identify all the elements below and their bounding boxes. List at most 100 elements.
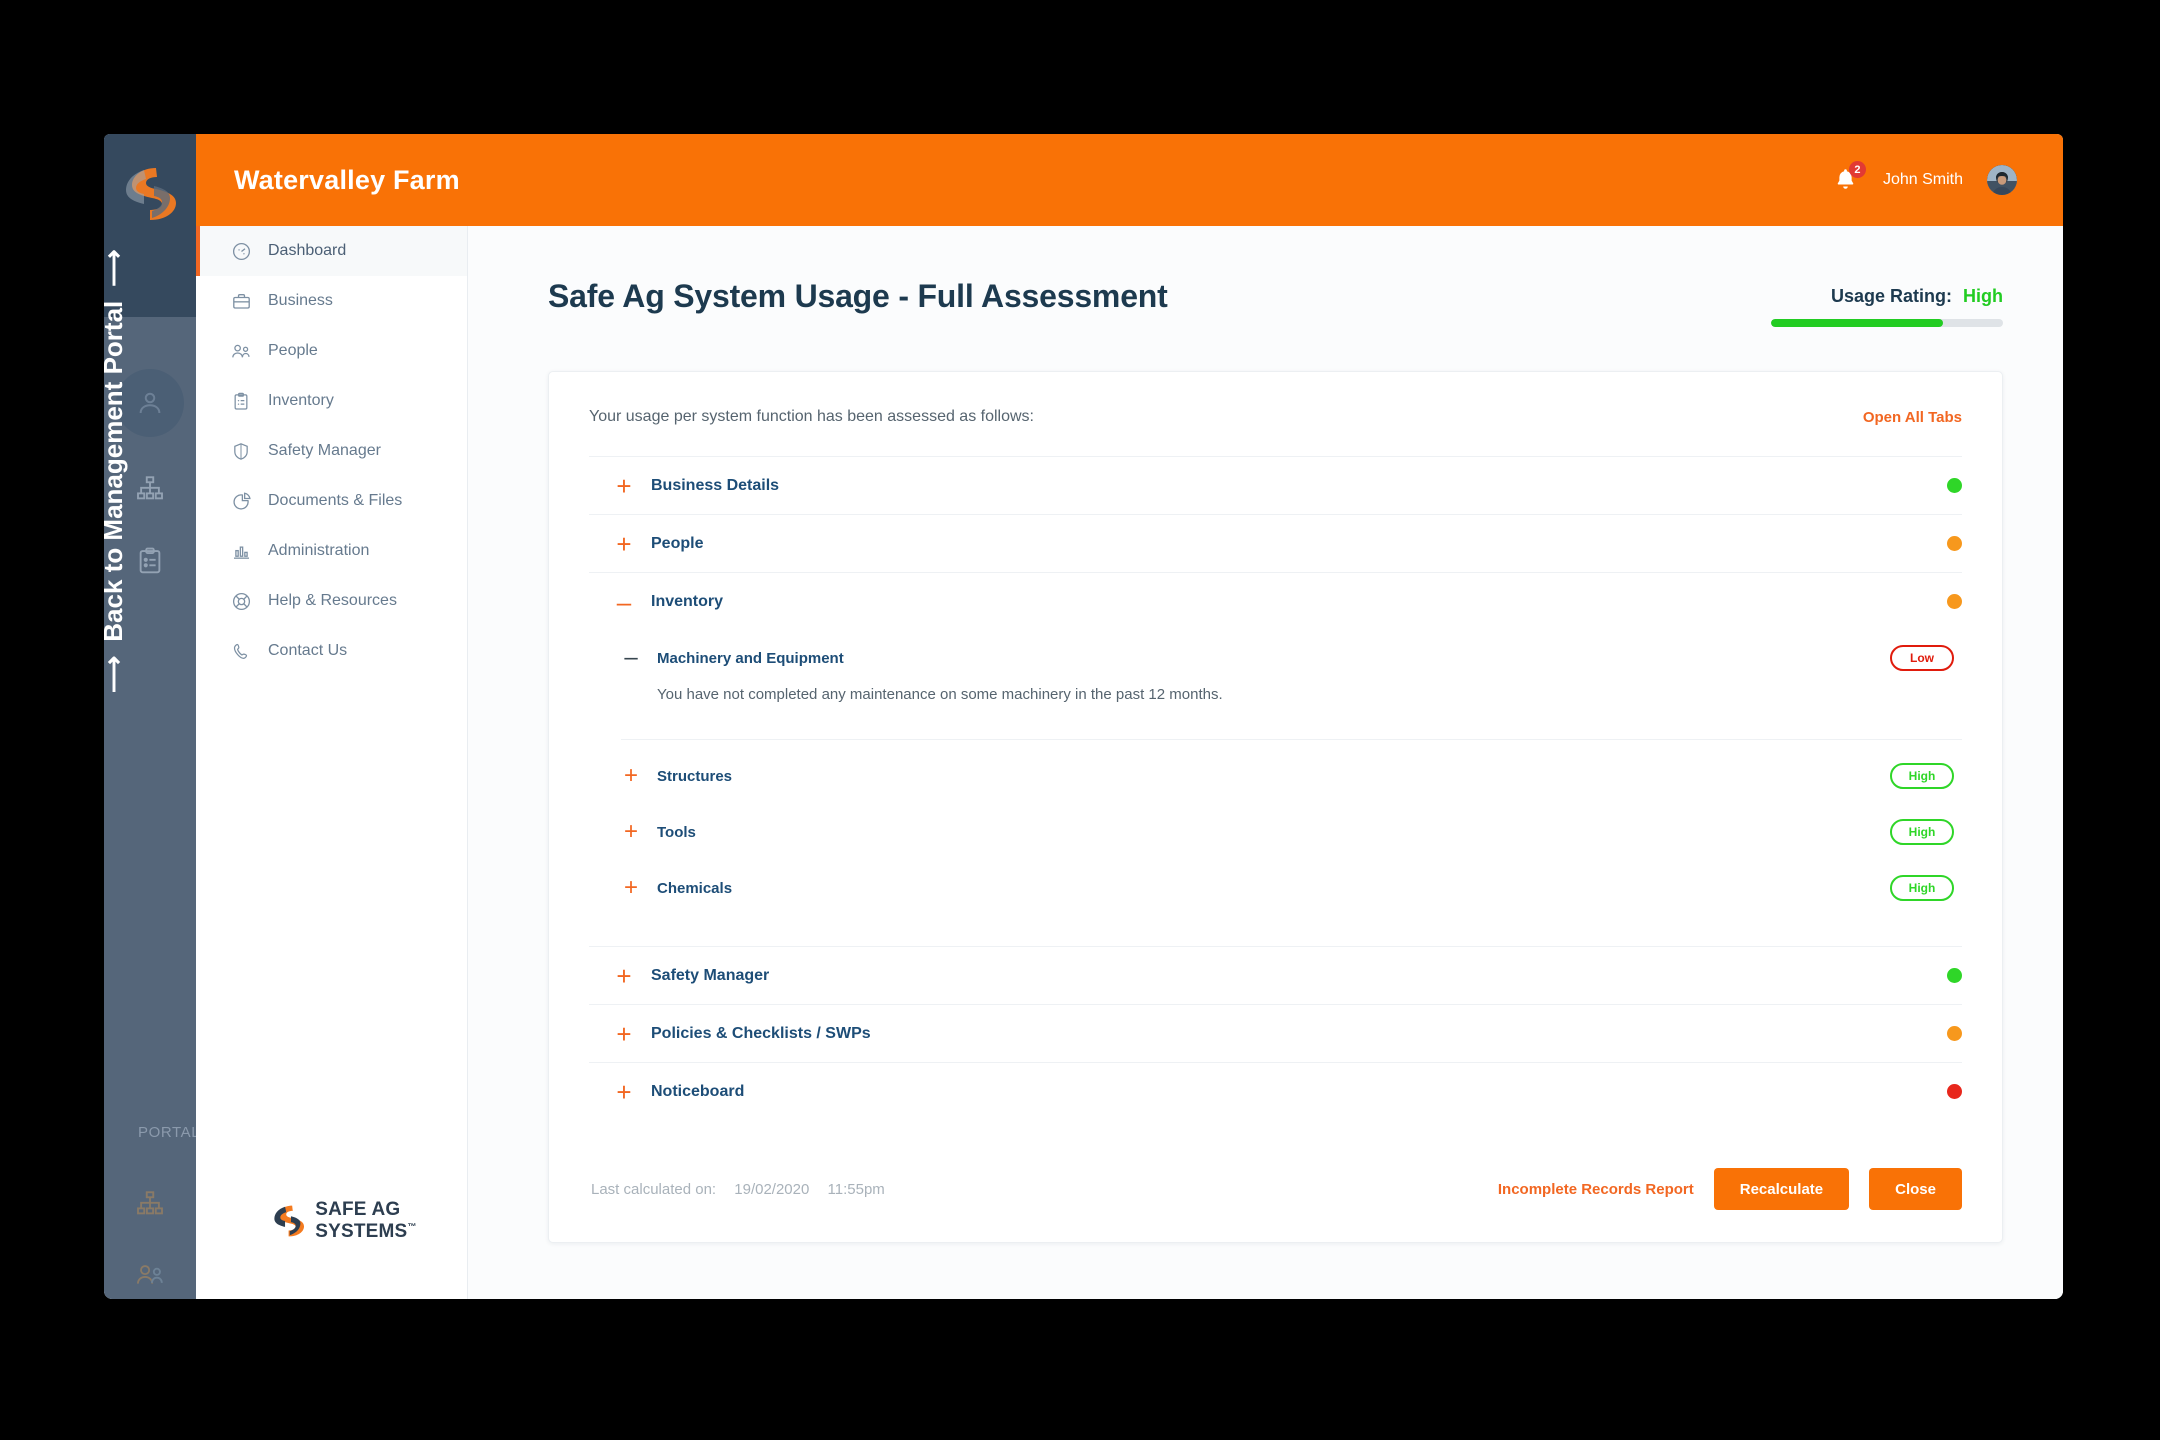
user-icon <box>135 388 165 418</box>
last-calculated-label: Last calculated on: <box>591 1181 716 1198</box>
hierarchy-icon <box>135 474 165 504</box>
section-row-safety-manager[interactable]: + Safety Manager <box>589 946 1962 1004</box>
subsection-label: Chemicals <box>657 880 732 897</box>
usage-rating-label: Usage Rating: <box>1831 286 1952 306</box>
subsection-label: Structures <box>657 768 732 785</box>
open-all-tabs-link[interactable]: Open All Tabs <box>1863 409 1962 426</box>
collapse-icon[interactable]: – <box>621 646 641 670</box>
expand-icon[interactable]: + <box>613 531 635 557</box>
page-title: Safe Ag System Usage - Full Assessment <box>548 278 1168 315</box>
application-window: ⟶ Back to Management Portal ⟶ PORTAL M <box>104 134 2063 1299</box>
phone-icon <box>230 640 252 662</box>
usage-rating-progress-fill <box>1771 319 1943 327</box>
status-badge-high: High <box>1890 875 1954 901</box>
last-calculated-date: 19/02/2020 <box>734 1181 809 1198</box>
status-dot-green <box>1947 478 1962 493</box>
status-dot-red <box>1947 1084 1962 1099</box>
avatar[interactable] <box>1987 165 2017 195</box>
main-content: Safe Ag System Usage - Full Assessment U… <box>468 226 2063 1299</box>
inventory-subsections: – Machinery and Equipment Low You have n… <box>589 630 1962 946</box>
expand-icon[interactable]: + <box>613 1079 635 1105</box>
status-dot-green <box>1947 968 1962 983</box>
rail-item-hierarchy-2[interactable] <box>104 1189 196 1219</box>
sidebar-item-label: Documents & Files <box>268 492 402 510</box>
top-bar: Watervalley Farm 2 John Smith <box>196 134 2063 226</box>
expand-icon[interactable]: + <box>621 820 641 844</box>
subsection-row-chemicals[interactable]: + Chemicals High <box>621 860 1962 916</box>
subsection-row-structures[interactable]: + Structures High <box>621 748 1962 804</box>
subsection-label: Tools <box>657 824 696 841</box>
sidebar-item-inventory[interactable]: Inventory <box>196 376 467 426</box>
section-label: Inventory <box>651 593 723 611</box>
usage-rating-block: Usage Rating: High <box>1771 278 2003 327</box>
expand-icon[interactable]: + <box>613 963 635 989</box>
section-row-people[interactable]: + People <box>589 514 1962 572</box>
section-row-inventory[interactable]: – Inventory <box>589 572 1962 630</box>
sidebar-item-administration[interactable]: Administration <box>196 526 467 576</box>
sidebar-item-label: Inventory <box>268 392 334 410</box>
sidebar-item-people[interactable]: People <box>196 326 467 376</box>
close-button[interactable]: Close <box>1869 1168 1962 1210</box>
expand-icon[interactable]: + <box>621 876 641 900</box>
card-header: Your usage per system function has been … <box>589 408 1962 456</box>
shield-icon <box>230 440 252 462</box>
sidebar-item-safety-manager[interactable]: Safety Manager <box>196 426 467 476</box>
expand-icon[interactable]: + <box>621 764 641 788</box>
topbar-right-group: 2 John Smith <box>1833 165 2017 195</box>
sidebar-item-label: People <box>268 342 318 360</box>
portal-section-label: PORTAL M <box>104 1124 196 1141</box>
arrow-right-icon: ⟶ <box>104 656 129 693</box>
status-badge-low: Low <box>1890 645 1954 671</box>
people-icon <box>230 340 252 362</box>
section-label: Noticeboard <box>651 1083 744 1101</box>
recalculate-button[interactable]: Recalculate <box>1714 1168 1849 1210</box>
safe-ag-mark-icon <box>122 164 178 224</box>
expand-icon[interactable]: + <box>613 473 635 499</box>
gauge-icon <box>230 240 252 262</box>
sidebar-item-label: Administration <box>268 542 369 560</box>
rail-item-people[interactable] <box>104 1259 196 1291</box>
back-to-management-portal[interactable]: ⟶ Back to Management Portal ⟶ <box>104 589 129 693</box>
last-calculated-time: 11:55pm <box>828 1181 885 1198</box>
arrow-right-icon-2: ⟶ <box>104 249 129 286</box>
status-badge-high: High <box>1890 819 1954 845</box>
card-footer: Last calculated on: 19/02/2020 11:55pm I… <box>589 1120 1962 1216</box>
page-head: Safe Ag System Usage - Full Assessment U… <box>468 226 2063 327</box>
sidebar-item-business[interactable]: Business <box>196 276 467 326</box>
collapse-icon[interactable]: – <box>613 589 635 615</box>
safe-ag-mark-icon <box>272 1200 305 1242</box>
user-name-label[interactable]: John Smith <box>1883 171 1963 189</box>
last-calculated: Last calculated on: 19/02/2020 11:55pm <box>589 1181 885 1198</box>
sidebar-item-documents-files[interactable]: Documents & Files <box>196 476 467 526</box>
section-label: Policies & Checklists / SWPs <box>651 1025 871 1043</box>
section-row-business-details[interactable]: + Business Details <box>589 456 1962 514</box>
subsection-divider <box>621 739 1962 740</box>
clipboard-icon <box>135 546 165 576</box>
section-label: People <box>651 535 703 553</box>
sidebar-item-contact-us[interactable]: Contact Us <box>196 626 467 676</box>
usage-rating-value: High <box>1963 286 2003 306</box>
sidebar-item-label: Safety Manager <box>268 442 381 460</box>
section-row-noticeboard[interactable]: + Noticeboard <box>589 1062 1962 1120</box>
subsection-description: You have not completed any maintenance o… <box>621 686 1962 739</box>
status-badge-high: High <box>1890 763 1954 789</box>
brand-logo: SAFE AG SYSTEMS™ <box>272 1199 467 1243</box>
subsection-label: Machinery and Equipment <box>657 650 844 667</box>
subsection-row-machinery-and-equipment[interactable]: – Machinery and Equipment Low <box>621 630 1962 686</box>
status-dot-orange <box>1947 536 1962 551</box>
notifications-button[interactable]: 2 <box>1833 166 1859 194</box>
subsection-row-tools[interactable]: + Tools High <box>621 804 1962 860</box>
usage-rating-line: Usage Rating: High <box>1771 286 2003 307</box>
pie-doc-icon <box>230 490 252 512</box>
lifebuoy-icon <box>230 590 252 612</box>
sidebar-item-help-resources[interactable]: Help & Resources <box>196 576 467 626</box>
brand-name: SAFE AG SYSTEMS™ <box>315 1199 467 1243</box>
sidebar-item-dashboard[interactable]: Dashboard <box>196 226 467 276</box>
usage-rating-progressbar <box>1771 319 2003 327</box>
footer-actions: Incomplete Records Report Recalculate Cl… <box>1498 1168 1962 1210</box>
section-row-policies-checklists-swps[interactable]: + Policies & Checklists / SWPs <box>589 1004 1962 1062</box>
bar-chart-icon <box>230 540 252 562</box>
incomplete-records-report-link[interactable]: Incomplete Records Report <box>1498 1181 1694 1198</box>
sidebar-item-label: Dashboard <box>268 242 346 260</box>
expand-icon[interactable]: + <box>613 1021 635 1047</box>
